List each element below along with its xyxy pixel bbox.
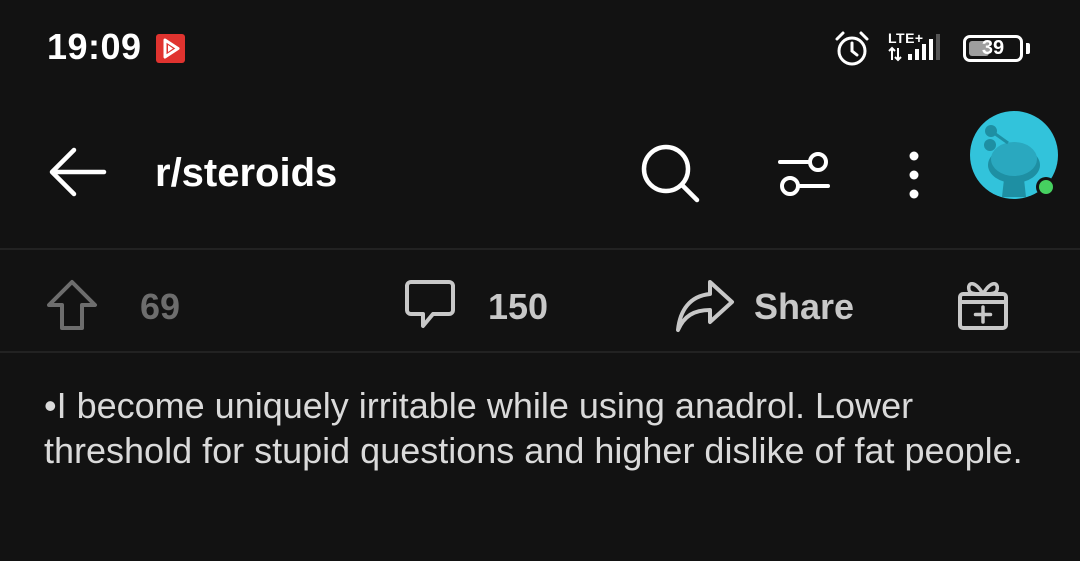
status-bar: 19:09 LTE+ 39 <box>0 0 1080 96</box>
status-time: 19:09 <box>47 26 142 67</box>
share-icon <box>676 280 734 332</box>
youtube-music-icon <box>156 34 185 63</box>
signal-icon <box>888 34 940 62</box>
battery-tip <box>1026 43 1030 54</box>
action-bar-divider <box>0 351 1080 353</box>
share-label: Share <box>754 286 855 327</box>
share-button[interactable]: Share <box>672 250 862 352</box>
post-action-bar: 69 150 Share <box>0 250 1080 352</box>
gift-award-icon <box>958 282 1008 330</box>
upvote-arrow-icon <box>47 280 97 330</box>
more-options-button[interactable] <box>898 146 930 204</box>
upvote-count: 69 <box>140 286 181 327</box>
avatar[interactable] <box>968 109 1060 201</box>
comment-icon <box>405 280 455 328</box>
battery-icon: 39 <box>963 35 1023 62</box>
snoo-avatar-icon <box>970 111 1058 199</box>
search-button[interactable] <box>637 140 705 208</box>
filter-button[interactable] <box>772 146 836 204</box>
filter-icon <box>778 152 830 196</box>
award-button[interactable] <box>952 250 1012 352</box>
subreddit-title[interactable]: r/steroids <box>155 151 337 196</box>
more-vertical-icon <box>909 151 919 199</box>
search-icon <box>641 144 700 203</box>
battery-level: 39 <box>981 37 1005 59</box>
alarm-icon <box>835 31 869 66</box>
back-button[interactable] <box>40 140 112 204</box>
header: r/steroids <box>0 96 1080 249</box>
comment-button[interactable]: 150 <box>400 250 560 352</box>
back-arrow-icon <box>49 147 107 197</box>
comment-count: 150 <box>488 286 549 327</box>
upvote-button[interactable]: 69 <box>40 250 200 352</box>
post-body-text: •I become uniquely irritable while using… <box>44 385 1023 471</box>
